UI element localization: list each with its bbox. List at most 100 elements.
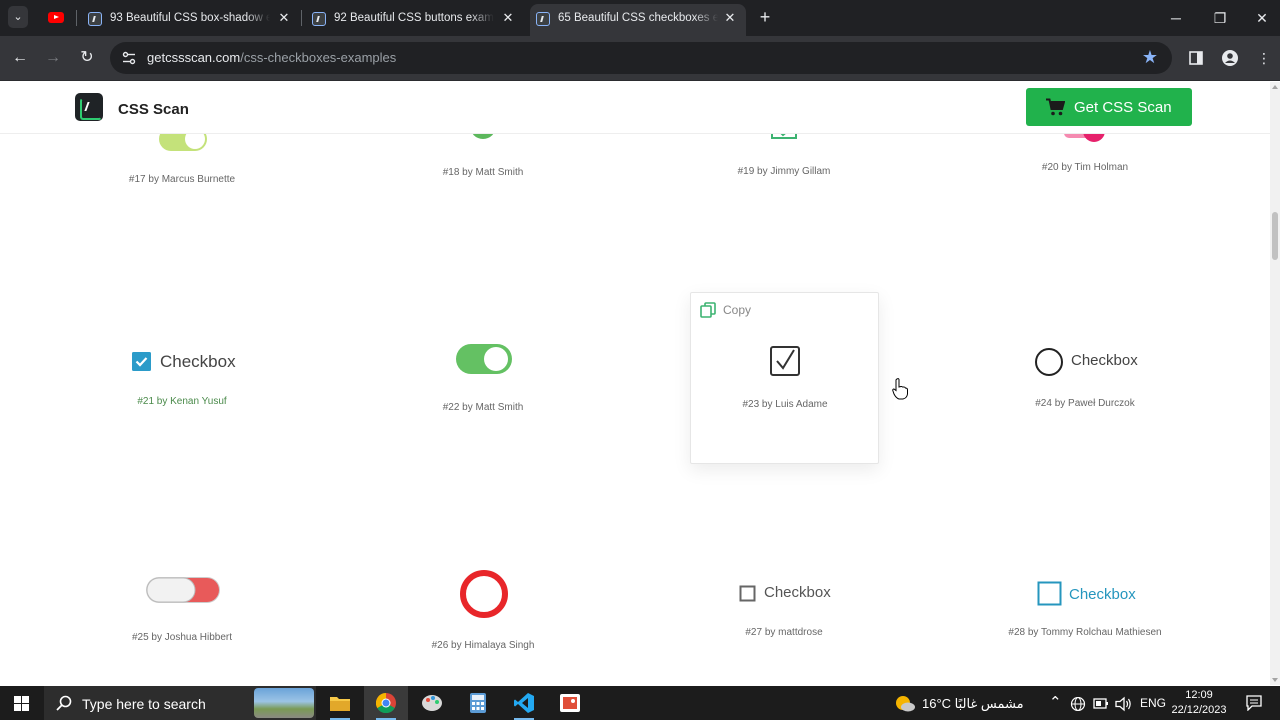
checkbox-28-label[interactable]: Checkbox	[1069, 586, 1136, 603]
windows-start-icon[interactable]	[14, 696, 29, 711]
credit-17[interactable]: #17 by Marcus Burnette	[129, 174, 235, 185]
vscode-icon	[514, 693, 534, 713]
weather-text[interactable]: 16°C مشمس غالبًا	[922, 696, 1024, 712]
volume-icon[interactable]	[1115, 696, 1133, 712]
paint-app[interactable]	[410, 686, 454, 720]
round-checkbox-26[interactable]	[458, 568, 510, 620]
hand-cursor-icon	[892, 378, 908, 400]
search-icon	[56, 695, 72, 711]
windows-taskbar: Type here to search 16°C مشمس غالبًا ⌃ E…	[0, 686, 1280, 720]
checkbox-27[interactable]	[739, 585, 756, 602]
new-tab-button[interactable]: +	[756, 7, 774, 27]
bookmark-star-icon[interactable]: ★	[1142, 47, 1158, 67]
restore-icon[interactable]: ❐	[1210, 8, 1230, 28]
checkbox-28[interactable]	[1037, 581, 1063, 607]
site-settings-icon[interactable]	[122, 51, 136, 65]
taskbar-clock[interactable]: 12:09 22/12/2023	[1168, 688, 1230, 718]
file-explorer-app[interactable]	[318, 686, 362, 720]
youtube-pinned-tab-icon[interactable]	[48, 12, 64, 23]
scroll-up-arrow-icon[interactable]	[1272, 85, 1278, 89]
chrome-app[interactable]	[364, 686, 408, 720]
input-language[interactable]: ENG	[1140, 696, 1166, 710]
close-tab-icon[interactable]: ✕	[722, 10, 738, 26]
reload-icon[interactable]: ↻	[77, 48, 97, 68]
toggle-switch-22[interactable]	[454, 341, 514, 377]
credit-27[interactable]: #27 by mattdrose	[745, 627, 822, 638]
credit-18[interactable]: #18 by Matt Smith	[443, 167, 524, 178]
side-panel-icon[interactable]	[1186, 48, 1206, 68]
toggle-switch-25[interactable]	[144, 574, 222, 606]
site-header: CSS Scan Get CSS Scan	[0, 82, 1270, 134]
shopping-cart-icon	[1046, 98, 1065, 116]
scroll-down-arrow-icon[interactable]	[1272, 678, 1278, 682]
palette-icon	[422, 695, 442, 711]
photos-icon	[560, 694, 580, 712]
tray-expand-icon[interactable]: ⌃	[1049, 693, 1062, 711]
media-app[interactable]	[548, 686, 592, 720]
css-scan-logo-icon[interactable]	[75, 93, 103, 121]
css-scan-favicon-icon	[312, 12, 326, 26]
get-css-scan-button[interactable]: Get CSS Scan	[1026, 88, 1192, 126]
credit-19[interactable]: #19 by Jimmy Gillam	[738, 166, 831, 177]
radio-checkbox-24[interactable]	[1034, 347, 1064, 377]
browser-toolbar: ← → ↻ getcssscan.com/css-checkboxes-exam…	[0, 36, 1280, 81]
page-scrollbar[interactable]	[1270, 82, 1280, 685]
checkbox-23[interactable]	[769, 345, 801, 377]
search-highlight-image	[254, 688, 314, 718]
calculator-icon	[470, 693, 486, 713]
scrollbar-thumb[interactable]	[1272, 212, 1278, 260]
more-menu-icon[interactable]: ⋮	[1254, 48, 1274, 68]
calculator-app[interactable]	[456, 686, 500, 720]
tab-divider	[76, 10, 77, 26]
back-arrow-icon[interactable]: ←	[10, 48, 30, 68]
chrome-icon	[376, 693, 396, 713]
copy-icon[interactable]	[700, 302, 716, 318]
checkbox-24-label[interactable]: Checkbox	[1071, 352, 1138, 369]
credit-25[interactable]: #25 by Joshua Hibbert	[132, 632, 232, 643]
minimize-icon[interactable]: ─	[1166, 8, 1186, 28]
url-host: getcssscan.com	[147, 50, 241, 65]
checkbox-27-label[interactable]: Checkbox	[764, 584, 831, 601]
vscode-app[interactable]	[502, 686, 546, 720]
url-path: /css-checkboxes-examples	[240, 50, 397, 65]
credit-21[interactable]: #21 by Kenan Yusuf	[137, 396, 226, 407]
css-scan-favicon-icon	[536, 12, 550, 26]
copy-button-label[interactable]: Copy	[723, 303, 751, 317]
tab-buttons[interactable]: 92 Beautiful CSS buttons examples ✕	[306, 4, 524, 36]
credit-26[interactable]: #26 by Himalaya Singh	[432, 640, 535, 651]
close-window-icon[interactable]: ✕	[1252, 8, 1272, 28]
tab-title: 65 Beautiful CSS checkboxes examples	[558, 12, 718, 24]
web-page: #17 by Marcus Burnette #18 by Matt Smith…	[0, 82, 1270, 685]
css-scan-favicon-icon	[88, 12, 102, 26]
url-text[interactable]: getcssscan.com/css-checkboxes-examples	[147, 50, 396, 65]
credit-23[interactable]: #23 by Luis Adame	[742, 399, 827, 410]
tab-divider	[301, 10, 302, 26]
taskbar-search-box[interactable]: Type here to search	[44, 686, 316, 720]
profile-icon[interactable]	[1220, 48, 1240, 68]
clock-time: 12:09	[1185, 689, 1213, 701]
credit-22[interactable]: #22 by Matt Smith	[443, 402, 524, 413]
close-tab-icon[interactable]: ✕	[500, 10, 516, 26]
tab-search-button[interactable]: ⌄	[8, 6, 28, 28]
weather-sun-icon[interactable]	[894, 693, 916, 713]
forward-arrow-icon[interactable]: →	[43, 48, 63, 68]
brand-name[interactable]: CSS Scan	[118, 101, 189, 118]
checkbox-card-23[interactable]: Copy #23 by Luis Adame	[690, 292, 879, 464]
address-bar[interactable]: getcssscan.com/css-checkboxes-examples ★	[110, 42, 1172, 74]
network-icon[interactable]	[1070, 697, 1086, 711]
credit-20[interactable]: #20 by Tim Holman	[1042, 162, 1128, 173]
tab-box-shadow[interactable]: 93 Beautiful CSS box-shadow examples ✕	[82, 4, 300, 36]
search-placeholder: Type here to search	[82, 696, 206, 712]
clock-date: 22/12/2023	[1171, 704, 1227, 716]
credit-24[interactable]: #24 by Paweł Durczok	[1035, 398, 1135, 409]
credit-28[interactable]: #28 by Tommy Rolchau Mathiesen	[1008, 627, 1161, 638]
tab-title: 92 Beautiful CSS buttons examples	[334, 12, 494, 24]
tab-checkboxes[interactable]: 65 Beautiful CSS checkboxes examples ✕	[530, 4, 746, 36]
close-tab-icon[interactable]: ✕	[276, 10, 292, 26]
checkbox-21[interactable]	[132, 352, 151, 371]
checkbox-21-label[interactable]: Checkbox	[160, 352, 236, 372]
notifications-icon[interactable]	[1246, 695, 1262, 711]
folder-icon	[330, 697, 350, 711]
battery-plug-icon[interactable]	[1093, 697, 1109, 711]
get-css-scan-label: Get CSS Scan	[1074, 99, 1172, 116]
